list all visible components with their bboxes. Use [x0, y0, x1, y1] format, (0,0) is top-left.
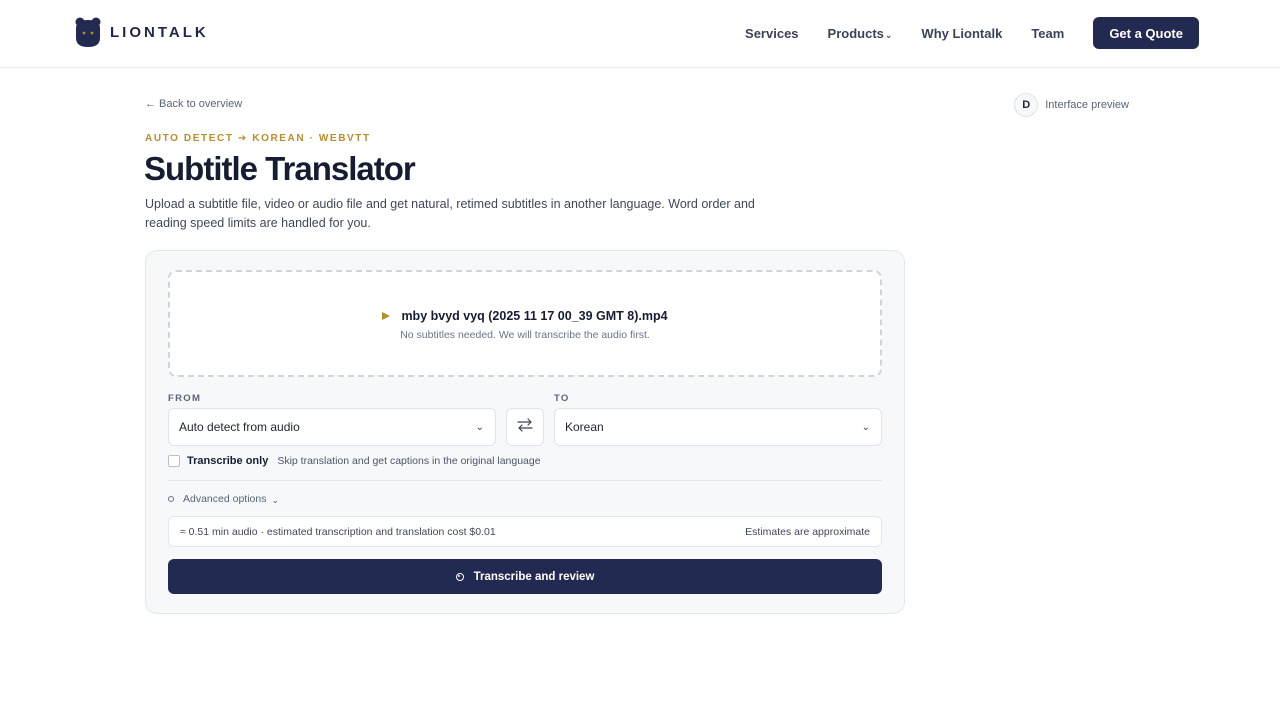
chevron-down-icon: ⌄: [884, 29, 893, 40]
transcribe-only-option: Transcribe only Skip translation and get…: [168, 455, 541, 467]
get-a-quote-button[interactable]: Get a Quote: [1093, 17, 1199, 49]
chevron-down-icon: ⌄: [475, 422, 484, 433]
nav-item-label: Products: [827, 25, 884, 41]
lion-logo-icon: [74, 16, 102, 48]
nav-item-why-liontalk[interactable]: Why Liontalk: [921, 26, 1002, 41]
back-to-overview-link[interactable]: ← Back to overview: [145, 98, 242, 110]
chevron-down-icon: ⌄: [271, 495, 280, 505]
interface-preview-indicator[interactable]: D Interface preview: [1014, 93, 1129, 117]
to-label: TO: [554, 393, 570, 404]
transcribe-only-label[interactable]: Transcribe only: [187, 455, 268, 467]
file-note: No subtitles needed. We will transcribe …: [400, 329, 650, 341]
chevron-down-icon: ⌄: [861, 422, 870, 433]
page-description: Upload a subtitle file, video or audio f…: [145, 197, 755, 230]
target-language-value: Korean: [565, 420, 604, 434]
page-title: Subtitle Translator: [144, 150, 416, 187]
interface-preview-label: Interface preview: [1045, 99, 1129, 111]
language-route-eyebrow: AUTO DETECT ➔ KOREAN · WEBVTT: [145, 133, 371, 144]
swap-languages-button[interactable]: [506, 408, 544, 446]
main-nav: Services Products ⌄ Why Liontalk Team Ge…: [716, 17, 1199, 49]
transcribe-only-checkbox[interactable]: [168, 455, 180, 467]
cost-estimate-bar: ≈ 0.51 min audio · estimated transcripti…: [168, 516, 882, 547]
file-name: mby bvyd vyq (2025 11 17 00_39 GMT 8).mp…: [401, 309, 668, 323]
selected-file: mby bvyd vyq (2025 11 17 00_39 GMT 8).mp…: [170, 309, 880, 323]
play-icon: [382, 312, 391, 320]
nav-item-label: Services: [745, 25, 799, 41]
nav-item-label: Team: [1031, 25, 1065, 41]
source-language-select[interactable]: Auto detect from audio ⌄: [168, 408, 496, 446]
settings-icon: [168, 496, 174, 502]
advanced-options-label: Advanced options: [183, 493, 267, 505]
top-navigation-bar: LIONTALK Services Products ⌄ Why Liontal…: [0, 0, 1280, 68]
nav-item-label: Why Liontalk: [921, 25, 1003, 41]
brand-name: LIONTALK: [110, 23, 209, 41]
from-label: FROM: [168, 393, 202, 404]
nav-item-products[interactable]: Products ⌄: [828, 26, 893, 41]
target-language-select[interactable]: Korean ⌄: [554, 408, 882, 446]
file-dropzone[interactable]: mby bvyd vyq (2025 11 17 00_39 GMT 8).mp…: [168, 270, 882, 377]
brand-logo[interactable]: LIONTALK: [74, 16, 209, 48]
nav-item-team[interactable]: Team: [1031, 26, 1064, 41]
transcribe-only-hint: Skip translation and get captions in the…: [277, 455, 541, 467]
cost-estimate-summary: ≈ 0.51 min audio · estimated transcripti…: [180, 525, 496, 538]
translator-card: mby bvyd vyq (2025 11 17 00_39 GMT 8).mp…: [145, 250, 905, 614]
source-language-value: Auto detect from audio: [179, 420, 300, 434]
record-icon: [455, 572, 464, 581]
transcribe-and-review-button[interactable]: Transcribe and review: [168, 559, 882, 594]
advanced-options-toggle[interactable]: Advanced options ⌄: [168, 492, 279, 506]
swap-icon: [517, 417, 533, 437]
divider: [168, 480, 882, 481]
submit-label: Transcribe and review: [473, 570, 595, 583]
nav-item-services[interactable]: Services: [745, 26, 799, 41]
avatar: D: [1014, 93, 1039, 117]
cost-estimate-note: Estimates are approximate: [745, 525, 870, 538]
